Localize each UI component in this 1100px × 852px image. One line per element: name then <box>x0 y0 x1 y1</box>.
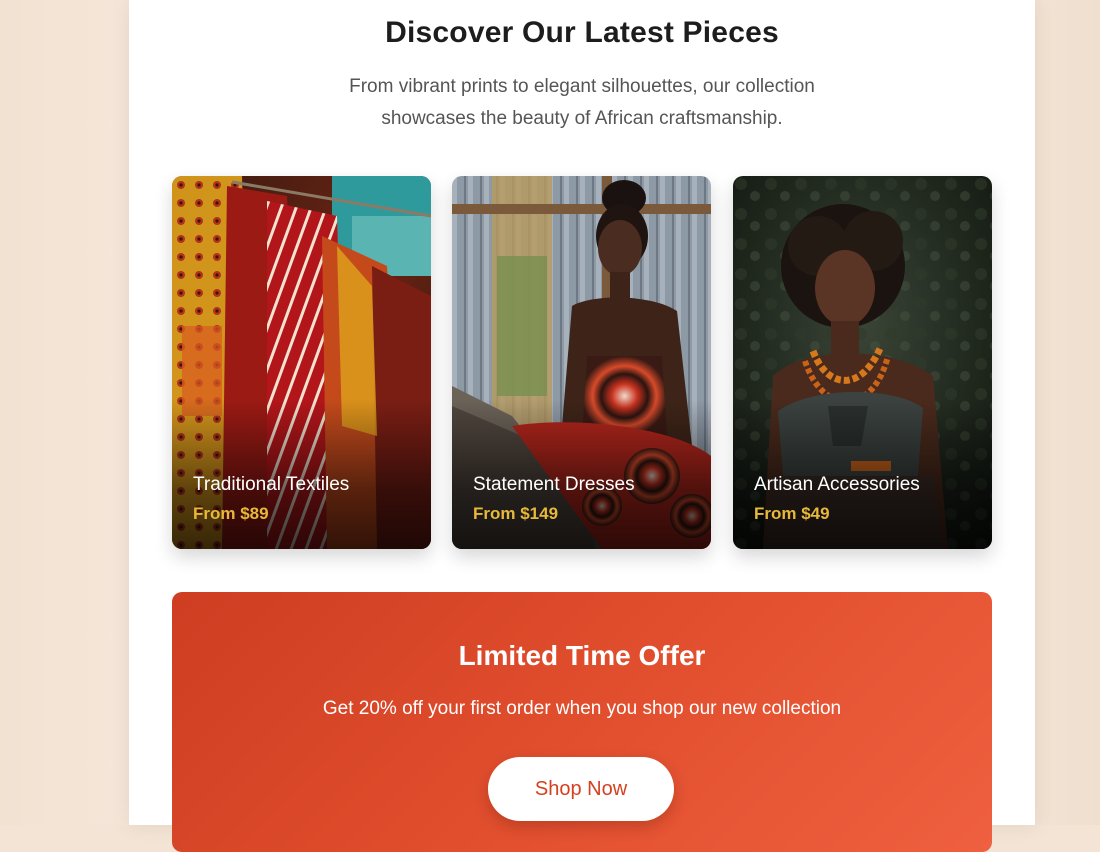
product-card-statement-dresses[interactable]: Statement Dresses From $149 <box>452 176 711 549</box>
subheading-line-1: From vibrant prints to elegant silhouett… <box>349 76 815 97</box>
shop-now-button[interactable]: Shop Now <box>488 757 674 821</box>
offer-description: Get 20% off your first order when you sh… <box>322 698 842 719</box>
product-price: From $149 <box>473 504 559 523</box>
product-title: Traditional Textiles <box>193 474 350 495</box>
product-price: From $89 <box>193 504 269 523</box>
product-card-traditional-textiles[interactable]: Traditional Textiles From $89 <box>172 176 431 549</box>
product-title: Artisan Accessories <box>754 474 920 495</box>
product-card-artisan-accessories[interactable]: Artisan Accessories From $49 <box>733 176 992 549</box>
limited-offer-banner: Limited Time Offer Get 20% off your firs… <box>172 592 992 852</box>
offer-title: Limited Time Offer <box>458 640 706 671</box>
subheading-line-2: showcases the beauty of African craftsma… <box>381 108 783 129</box>
section-subheading: From vibrant prints to elegant silhouett… <box>289 71 875 135</box>
email-content: Discover Our Latest Pieces From vibrant … <box>129 0 1035 852</box>
section-heading: Discover Our Latest Pieces <box>385 16 779 49</box>
product-price: From $49 <box>754 504 830 523</box>
product-title: Statement Dresses <box>473 474 635 495</box>
